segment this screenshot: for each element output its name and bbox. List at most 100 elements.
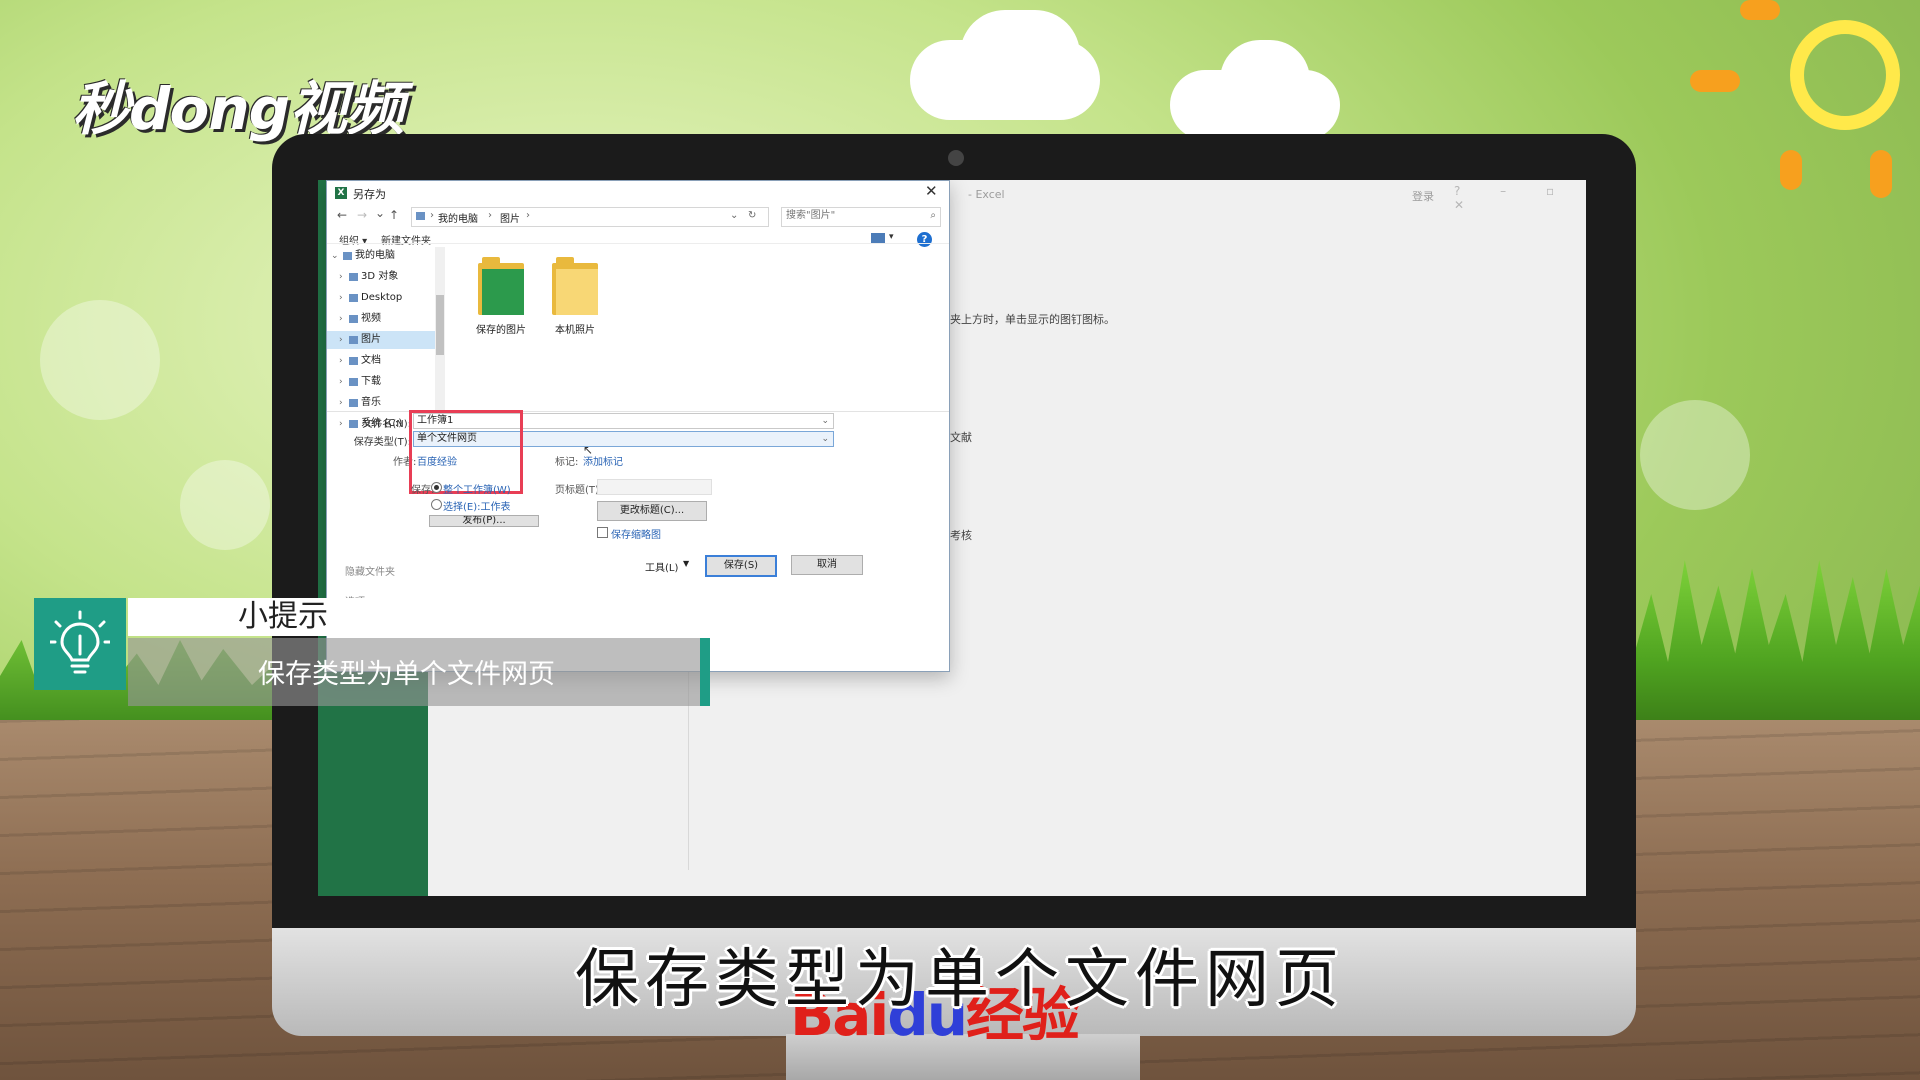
chevron-right-icon[interactable]: › [339, 352, 343, 370]
chevron-right-icon[interactable]: › [339, 289, 343, 307]
chevron-right-icon[interactable]: › [339, 394, 343, 412]
tree-item-label: 音乐 [361, 397, 381, 408]
breadcrumb-sep: › [526, 210, 530, 221]
tree-item-label: 3D 对象 [361, 271, 399, 282]
excel-sidebar-strip [318, 180, 326, 560]
publish-button[interactable]: 发布(P)... [429, 515, 539, 527]
radio-selection-sheet[interactable] [431, 499, 442, 510]
folder-icon [478, 257, 524, 315]
page-title-label: 页标题(T): [555, 485, 603, 496]
tools-menu[interactable]: 工具(L) [645, 559, 678, 574]
add-tag-link[interactable]: 添加标记 [583, 453, 623, 468]
video-subtitle: 保存类型为单个文件网页 [575, 943, 1345, 1017]
folder-icon [349, 273, 358, 281]
excel-window-controls[interactable]: ? – ▫ ✕ [1454, 184, 1586, 212]
bokeh-light [40, 300, 160, 420]
folder-camera-roll[interactable]: 本机照片 [545, 257, 605, 336]
tip-header-bar [128, 598, 598, 636]
up-arrow-icon[interactable]: ↑ [389, 208, 399, 222]
tree-item[interactable]: › 视频 [327, 310, 435, 328]
hide-folders-toggle[interactable]: 隐藏文件夹 [345, 563, 395, 578]
sun-ray [1870, 150, 1892, 198]
webcam [948, 150, 964, 166]
selection-sheet-label[interactable]: 选择(E):工作表 [443, 498, 511, 513]
pictures-icon [416, 212, 425, 220]
tree-item[interactable]: › Desktop [327, 289, 435, 307]
excel-hint-text: 考核 [950, 529, 972, 542]
excel-login-link[interactable]: 登录 [1412, 188, 1434, 204]
cancel-button[interactable]: 取消 [791, 555, 863, 575]
excel-hint-text: 夹上方时，单击显示的图钉图标。 [950, 313, 1115, 326]
change-title-button[interactable]: 更改标题(C)... [597, 501, 707, 521]
tree-item[interactable]: › 图片 [327, 331, 435, 349]
sun-ray [1690, 70, 1740, 92]
recent-locations-icon[interactable]: ⌄ [375, 206, 385, 220]
tree-item[interactable]: ⌄ 我的电脑 [327, 247, 435, 265]
tree-item[interactable]: › 3D 对象 [327, 268, 435, 286]
filetype-label: 保存类型(T): [353, 437, 411, 448]
search-input[interactable] [782, 208, 920, 223]
view-options-icon[interactable] [871, 233, 885, 243]
tree-scrollbar-thumb[interactable] [436, 295, 444, 355]
tree-item-label: 视频 [361, 313, 381, 324]
folder-label: 本机照片 [555, 325, 595, 336]
breadcrumb-sep: › [488, 210, 492, 221]
chevron-right-icon[interactable]: › [339, 310, 343, 328]
tree-item-label: 下载 [361, 376, 381, 387]
breadcrumb-root[interactable]: 我的电脑 [438, 210, 478, 225]
tip-accent-bar [700, 638, 710, 706]
chevron-down-icon[interactable]: ⌄ [821, 414, 829, 428]
close-icon[interactable]: ✕ [925, 182, 938, 200]
sun-ray [1780, 150, 1802, 190]
tip-body-text: 保存类型为单个文件网页 [258, 659, 555, 690]
breadcrumb-sep: › [430, 210, 434, 221]
navigation-tree: ⌄ 我的电脑 › 3D 对象 › Desktop › 视频 › 图片 › 文档 › 下载 › 音乐 › 系统 (C… [327, 247, 449, 429]
dialog-title: 另存为 [353, 188, 386, 201]
chevron-right-icon[interactable]: › [339, 268, 343, 286]
tags-label: 标记: [555, 457, 579, 468]
folder-icon [349, 315, 358, 323]
forward-arrow-icon[interactable]: → [357, 208, 367, 222]
folder-icon [349, 294, 358, 302]
back-arrow-icon[interactable]: ← [337, 208, 347, 222]
chevron-down-icon[interactable]: ▼ [683, 559, 689, 568]
folder-saved-pictures[interactable]: 保存的图片 [471, 257, 531, 336]
save-thumbnail-checkbox[interactable] [597, 527, 608, 538]
chevron-down-icon[interactable]: ⌄ [821, 432, 829, 446]
tree-item-label: 文档 [361, 355, 381, 366]
chevron-down-icon[interactable]: ⌄ [730, 210, 738, 221]
chevron-right-icon[interactable]: › [339, 331, 343, 349]
bokeh-light [1640, 400, 1750, 510]
excel-app-icon: X [335, 187, 347, 199]
folder-icon [349, 357, 358, 365]
save-button[interactable]: 保存(S) [705, 555, 777, 577]
organize-menu[interactable]: 组织 ▾ [339, 232, 367, 247]
tree-item-label: 我的电脑 [355, 250, 395, 261]
new-folder-button[interactable]: 新建文件夹 [381, 232, 431, 247]
toolbar-divider [327, 243, 949, 244]
tree-item[interactable]: › 文档 [327, 352, 435, 370]
folder-icon [349, 399, 358, 407]
chevron-right-icon[interactable]: › [339, 373, 343, 391]
help-icon[interactable]: ? [917, 232, 932, 247]
bokeh-light [180, 460, 270, 550]
chevron-down-icon[interactable]: ▾ [889, 232, 894, 242]
folder-icon [349, 336, 358, 344]
page-title-input[interactable] [597, 479, 712, 495]
folder-icon [349, 378, 358, 386]
tip-heading: 小提示 [238, 599, 328, 634]
refresh-icon[interactable]: ↻ [748, 210, 756, 221]
breadcrumb-current[interactable]: 图片 [500, 210, 520, 225]
address-bar[interactable]: › 我的电脑 › 图片 › ⌄ ↻ [411, 207, 769, 227]
tree-item[interactable]: › 下载 [327, 373, 435, 391]
entire-workbook-label[interactable]: 整个工作簿(W) [443, 481, 511, 496]
sun [1790, 20, 1900, 130]
save-thumbnail-label[interactable]: 保存缩略图 [611, 526, 661, 541]
folder-label: 保存的图片 [476, 325, 526, 336]
chevron-down-icon[interactable]: ⌄ [331, 247, 339, 265]
search-box[interactable]: ⌕ [781, 207, 941, 227]
search-icon[interactable]: ⌕ [930, 210, 936, 221]
radio-entire-workbook[interactable] [431, 482, 442, 493]
lightbulb-icon [34, 598, 126, 690]
screen: - Excel 登录 ? – ▫ ✕ 夹上方时，单击显示的图钉图标。 文献 考核… [318, 180, 1586, 896]
